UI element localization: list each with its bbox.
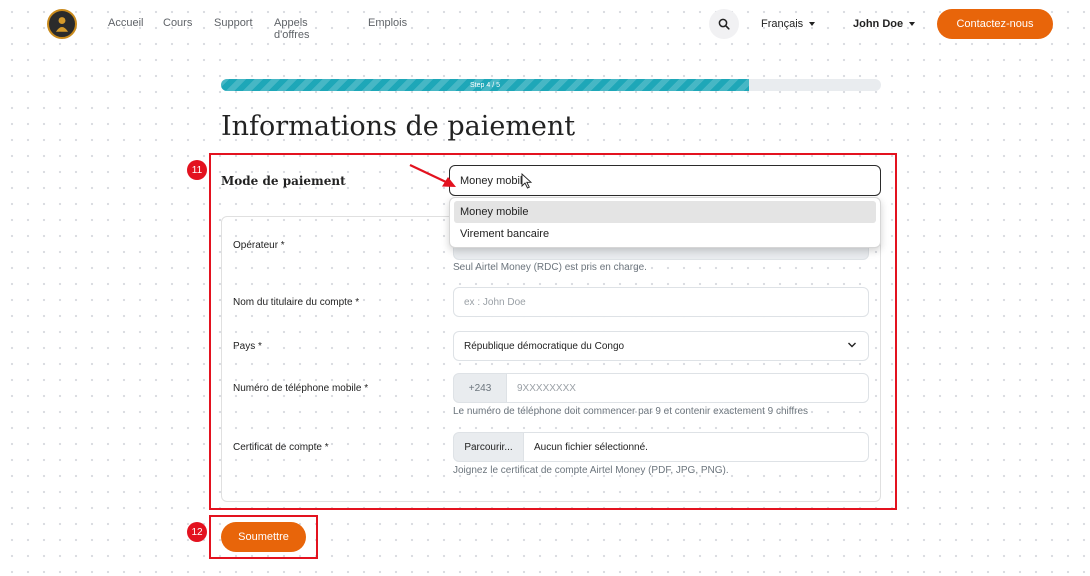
option-money-mobile[interactable]: Money mobile [454, 201, 876, 223]
page-title: Informations de paiement [221, 111, 576, 142]
progress-label: Step 4 / 5 [470, 81, 500, 89]
annotation-badge-11: 11 [187, 160, 207, 180]
contact-button[interactable]: Contactez-nous [937, 9, 1053, 39]
user-name: John Doe [853, 18, 904, 30]
top-navbar: Accueil Cours Support Appels d'offres Em… [0, 0, 1090, 50]
nav-link-cours[interactable]: Cours [163, 17, 192, 29]
search-icon [718, 18, 730, 30]
nav-link-emplois[interactable]: Emplois [368, 17, 407, 29]
user-menu[interactable]: John Doe [853, 18, 916, 30]
nav-link-appels-doffres[interactable]: Appels d'offres [274, 17, 310, 41]
nav-link-accueil[interactable]: Accueil [108, 17, 143, 29]
progress-bar: Step 4 / 5 [221, 79, 881, 91]
option-virement-bancaire[interactable]: Virement bancaire [454, 223, 876, 245]
language-dropdown[interactable]: Français [761, 18, 816, 30]
annotation-box-submit [209, 515, 318, 559]
arrow-icon [409, 164, 456, 187]
caret-down-icon [809, 22, 816, 26]
caret-down-icon [909, 22, 916, 26]
organization-logo-icon[interactable] [47, 9, 77, 39]
progress-bar-fill: Step 4 / 5 [221, 79, 749, 91]
search-button[interactable] [709, 9, 739, 39]
payment-mode-dropdown: Money mobile Virement bancaire [449, 197, 881, 248]
language-label: Français [761, 18, 804, 30]
nav-link-support[interactable]: Support [214, 17, 253, 29]
annotation-badge-12: 12 [187, 522, 207, 542]
